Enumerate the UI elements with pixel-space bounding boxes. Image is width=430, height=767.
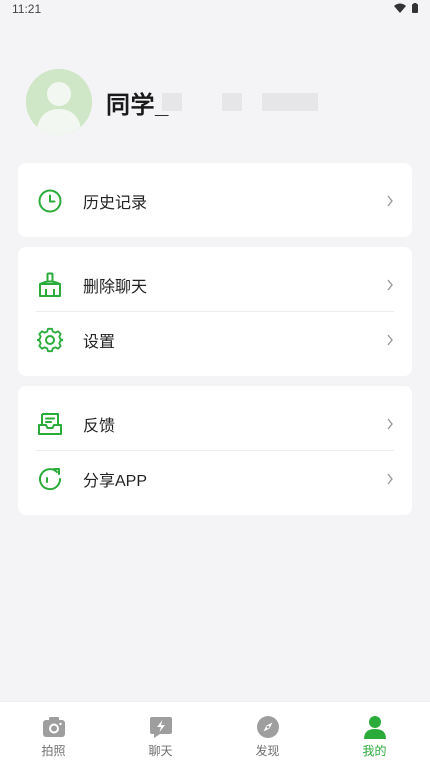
menu-item-label: 设置 xyxy=(83,333,116,351)
menu-item-label: 反馈 xyxy=(83,417,116,435)
menu-item-share[interactable]: 分享APP xyxy=(18,451,412,506)
chat-bolt-icon xyxy=(149,717,172,738)
tab-label: 聊天 xyxy=(148,744,173,758)
redacted-block xyxy=(162,93,182,111)
support-card: 反馈 分享APP xyxy=(18,386,412,515)
wifi-icon xyxy=(394,3,406,13)
clock-icon xyxy=(38,189,62,212)
chevron-right-icon xyxy=(387,473,393,484)
tab-label: 拍照 xyxy=(41,744,66,758)
tab-label: 发现 xyxy=(255,744,280,758)
tab-camera[interactable]: 拍照 xyxy=(0,702,107,767)
gear-icon xyxy=(37,327,63,352)
status-time: 11:21 xyxy=(12,2,42,16)
username: 同学_ xyxy=(106,91,169,119)
chevron-right-icon xyxy=(387,334,393,345)
camera-icon xyxy=(42,717,65,737)
chevron-right-icon xyxy=(387,195,393,206)
avatar[interactable] xyxy=(26,69,92,135)
history-card: 历史记录 xyxy=(18,163,412,237)
tab-chat[interactable]: 聊天 xyxy=(107,702,214,767)
redacted-block xyxy=(262,93,318,111)
battery-icon xyxy=(412,3,418,13)
actions-card: 删除聊天 设置 xyxy=(18,247,412,376)
chevron-right-icon xyxy=(387,418,393,429)
menu-item-label: 删除聊天 xyxy=(83,278,148,296)
redacted-block xyxy=(222,93,242,111)
status-icons xyxy=(394,3,418,13)
default-avatar-icon xyxy=(26,69,92,135)
menu-item-label: 历史记录 xyxy=(83,194,148,212)
menu-item-label: 分享APP xyxy=(83,472,148,490)
person-icon xyxy=(363,716,386,739)
bottom-tab-bar: 拍照 聊天 发现 我的 xyxy=(0,701,430,767)
share-refresh-icon xyxy=(39,467,62,490)
menu-item-settings[interactable]: 设置 xyxy=(18,312,412,367)
status-bar: 11:21 xyxy=(0,0,430,20)
chevron-right-icon xyxy=(387,279,393,290)
menu-item-history[interactable]: 历史记录 xyxy=(18,173,412,228)
tab-discover[interactable]: 发现 xyxy=(214,702,321,767)
compass-icon xyxy=(256,716,279,738)
tab-label: 我的 xyxy=(362,744,387,758)
menu-item-delete-chat[interactable]: 删除聊天 xyxy=(18,257,412,312)
profile-header[interactable]: 同学_ xyxy=(26,68,169,136)
menu-item-feedback[interactable]: 反馈 xyxy=(18,396,412,451)
feedback-inbox-icon xyxy=(38,412,62,435)
broom-icon xyxy=(39,272,61,297)
tab-me[interactable]: 我的 xyxy=(321,702,428,767)
